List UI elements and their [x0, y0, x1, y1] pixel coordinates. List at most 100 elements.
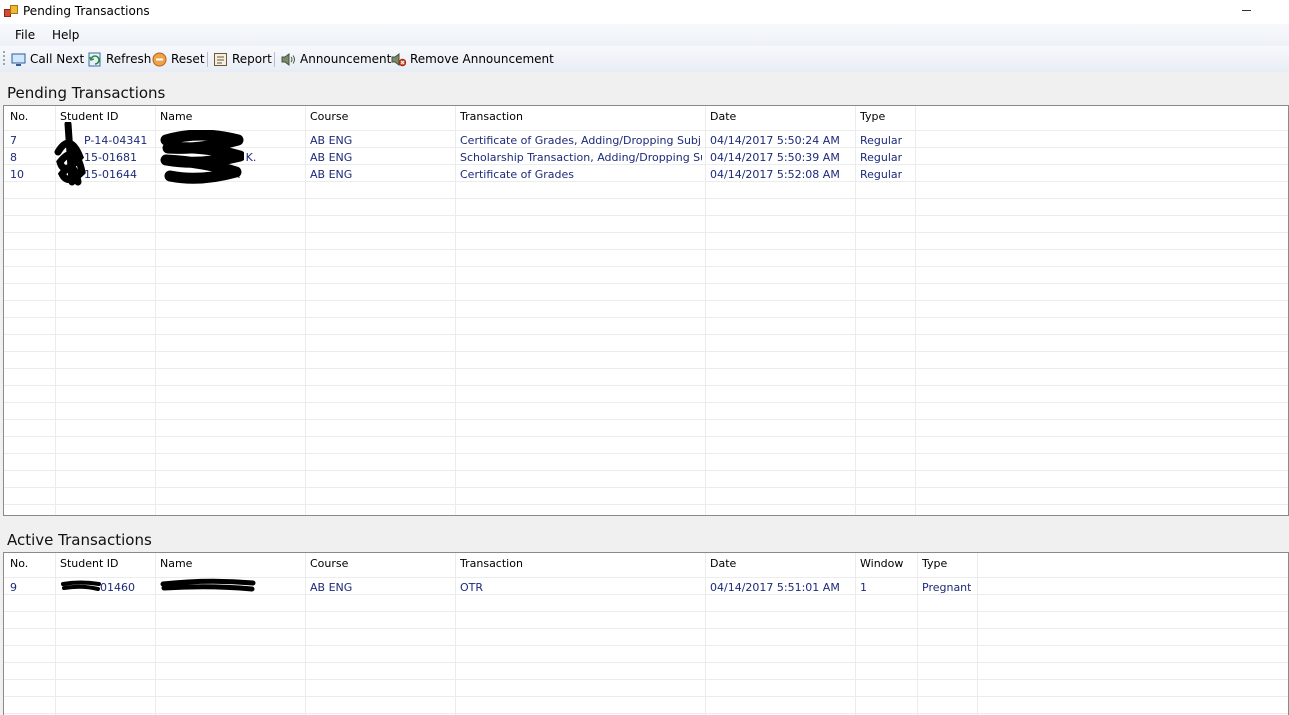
- grid-row-divider: [4, 713, 1288, 714]
- table-cell-course[interactable]: AB ENG: [310, 151, 352, 164]
- column-header-name[interactable]: Name: [160, 110, 192, 123]
- menu-file[interactable]: File: [13, 28, 37, 42]
- reset-label: Reset: [171, 52, 205, 66]
- active-section-title: Active Transactions: [7, 531, 152, 549]
- refresh-label: Refresh: [106, 52, 152, 66]
- call-next-label: Call Next: [30, 52, 85, 66]
- grid-row-divider: [4, 696, 1288, 697]
- grid-row-divider: [4, 385, 1288, 386]
- table-cell-type[interactable]: Regular: [860, 168, 902, 181]
- grid-row-divider: [4, 334, 1288, 335]
- menu-bar: File Help: [0, 24, 1289, 46]
- table-cell-student-id[interactable]: 01460: [100, 581, 135, 594]
- minimize-button[interactable]: [1236, 2, 1258, 20]
- grid-row-divider: [4, 436, 1288, 437]
- window-title: Pending Transactions: [23, 4, 150, 18]
- grid-row-divider: [4, 611, 1288, 612]
- pending-section-title: Pending Transactions: [7, 84, 166, 102]
- toolbar: Call Next Refresh Reset Report Announcem…: [0, 46, 1289, 72]
- grid-column-divider: [705, 106, 706, 515]
- grid-row-divider: [4, 402, 1288, 403]
- table-cell-no[interactable]: 7: [10, 134, 17, 147]
- table-cell-transaction[interactable]: Certificate of Grades: [460, 168, 700, 181]
- menu-help[interactable]: Help: [50, 28, 81, 42]
- grid-row-divider: [4, 487, 1288, 488]
- remove-announcement-label: Remove Announcement: [410, 52, 554, 66]
- toolbar-separator: [207, 52, 208, 67]
- table-cell-window[interactable]: 1: [860, 581, 867, 594]
- column-header-student-id[interactable]: Student ID: [60, 557, 119, 570]
- grid-row-divider: [4, 368, 1288, 369]
- table-cell-transaction[interactable]: Scholarship Transaction, Adding/Dropping…: [460, 151, 702, 164]
- table-cell-student-id[interactable]: 15-01644: [84, 168, 137, 181]
- grid-column-divider: [855, 553, 856, 715]
- redaction-scribble: [61, 580, 101, 591]
- table-cell-course[interactable]: AB ENG: [310, 168, 352, 181]
- grid-row-divider: [4, 504, 1288, 505]
- speaker-mute-icon: [391, 53, 406, 67]
- column-header-type[interactable]: Type: [922, 557, 947, 570]
- grid-row-divider: [4, 215, 1288, 216]
- table-cell-course[interactable]: AB ENG: [310, 581, 352, 594]
- refresh-icon: [88, 52, 101, 67]
- table-cell-student-id[interactable]: P-14-04341: [84, 134, 147, 147]
- column-header-no[interactable]: No.: [10, 557, 28, 570]
- table-cell-transaction[interactable]: OTR: [460, 581, 483, 594]
- grid-row-divider: [4, 594, 1288, 595]
- toolbar-grip[interactable]: [3, 51, 7, 65]
- table-cell-type[interactable]: Regular: [860, 151, 902, 164]
- app-icon: [4, 5, 18, 18]
- active-transactions-grid[interactable]: No. Student ID Name Course Transaction D…: [3, 552, 1289, 715]
- title-bar: Pending Transactions: [0, 0, 1289, 24]
- announcement-label: Announcement: [300, 52, 392, 66]
- grid-row-divider: [4, 470, 1288, 471]
- table-cell-student-id[interactable]: 15-01681: [84, 151, 137, 164]
- table-cell-no[interactable]: 10: [10, 168, 24, 181]
- table-cell-date[interactable]: 04/14/2017 5:52:08 AM: [710, 168, 840, 181]
- grid-row-divider: [4, 419, 1288, 420]
- pending-transactions-grid[interactable]: No. Student ID Name Course Transaction D…: [3, 105, 1289, 516]
- redaction-scribble: [160, 130, 244, 184]
- column-header-type[interactable]: Type: [860, 110, 885, 123]
- grid-row-divider: [4, 283, 1288, 284]
- grid-column-divider: [705, 553, 706, 715]
- report-icon: [214, 53, 227, 66]
- column-header-name[interactable]: Name: [160, 557, 192, 570]
- grid-row-divider: [4, 351, 1288, 352]
- column-header-date[interactable]: Date: [710, 110, 736, 123]
- column-header-transaction[interactable]: Transaction: [460, 110, 523, 123]
- grid-column-divider: [55, 553, 56, 715]
- grid-row-divider: [4, 679, 1288, 680]
- grid-column-divider: [917, 553, 918, 715]
- column-header-date[interactable]: Date: [710, 557, 736, 570]
- reset-icon: [152, 52, 167, 67]
- table-cell-course[interactable]: AB ENG: [310, 134, 352, 147]
- grid-row-divider: [4, 198, 1288, 199]
- column-header-no[interactable]: No.: [10, 110, 28, 123]
- monitor-icon: [11, 53, 26, 66]
- grid-column-divider: [915, 106, 916, 515]
- grid-column-divider: [455, 553, 456, 715]
- grid-column-divider: [455, 106, 456, 515]
- grid-row-divider: [4, 266, 1288, 267]
- grid-column-divider: [155, 106, 156, 515]
- column-header-course[interactable]: Course: [310, 557, 348, 570]
- grid-row-divider: [4, 249, 1288, 250]
- table-cell-date[interactable]: 04/14/2017 5:50:24 AM: [710, 134, 840, 147]
- table-cell-type[interactable]: Regular: [860, 134, 902, 147]
- redaction-scribble: [54, 122, 86, 186]
- column-header-window[interactable]: Window: [860, 557, 903, 570]
- table-cell-no[interactable]: 8: [10, 151, 17, 164]
- grid-row-divider: [4, 628, 1288, 629]
- table-cell-no[interactable]: 9: [10, 581, 17, 594]
- column-header-course[interactable]: Course: [310, 110, 348, 123]
- column-header-transaction[interactable]: Transaction: [460, 557, 523, 570]
- grid-row-divider: [4, 645, 1288, 646]
- minimize-icon: [1242, 10, 1251, 11]
- table-cell-type[interactable]: Pregnant: [922, 581, 971, 594]
- table-cell-date[interactable]: 04/14/2017 5:51:01 AM: [710, 581, 840, 594]
- report-label: Report: [232, 52, 272, 66]
- table-cell-transaction[interactable]: Certificate of Grades, Adding/Dropping S…: [460, 134, 700, 147]
- grid-column-divider: [855, 106, 856, 515]
- table-cell-date[interactable]: 04/14/2017 5:50:39 AM: [710, 151, 840, 164]
